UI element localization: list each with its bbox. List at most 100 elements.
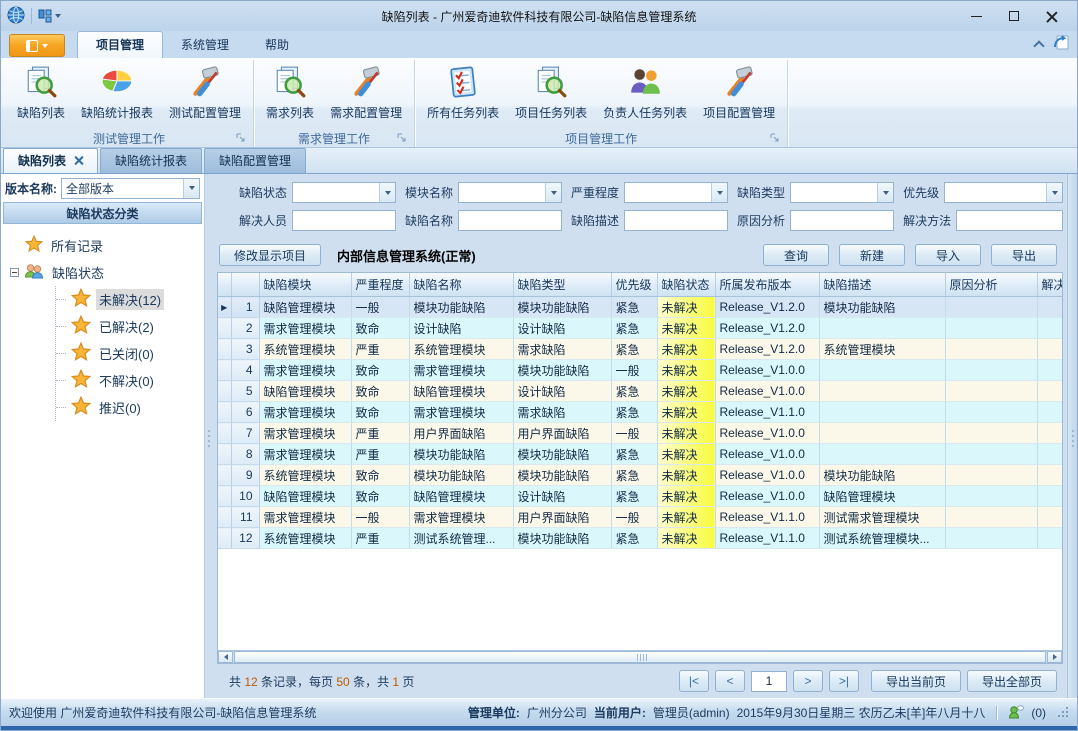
dialog-launcher-icon[interactable] bbox=[770, 133, 781, 144]
defect-statistics-report-button[interactable]: 缺陷统计报表 bbox=[73, 60, 161, 123]
tree-item-all-records[interactable]: 所有记录 bbox=[25, 232, 204, 259]
cell-severity[interactable]: 严重 bbox=[351, 528, 409, 549]
filter-text-input[interactable] bbox=[458, 210, 562, 231]
cell-severity[interactable]: 严重 bbox=[351, 339, 409, 360]
cell-description[interactable] bbox=[819, 402, 945, 423]
cell-status[interactable]: 未解决 bbox=[657, 486, 715, 507]
cell-type[interactable]: 用户界面缺陷 bbox=[513, 507, 611, 528]
table-row[interactable]: 4 需求管理模块 致命 需求管理模块 模块功能缺陷 一般 未解决 Release… bbox=[218, 360, 1063, 381]
scrollbar-thumb[interactable] bbox=[234, 651, 1046, 663]
cell-priority[interactable]: 紧急 bbox=[611, 528, 657, 549]
chevron-down-icon[interactable] bbox=[183, 179, 199, 198]
cell-release[interactable]: Release_V1.0.0 bbox=[715, 381, 819, 402]
cell-description[interactable]: 测试系统管理模块... bbox=[819, 528, 945, 549]
cell-description[interactable] bbox=[819, 360, 945, 381]
row-number[interactable]: 7 bbox=[231, 423, 259, 444]
row-number[interactable]: 6 bbox=[231, 402, 259, 423]
filter-text-input[interactable] bbox=[956, 210, 1063, 231]
cell-solution[interactable] bbox=[1037, 465, 1063, 486]
table-row[interactable]: 8 需求管理模块 严重 模块功能缺陷 模块功能缺陷 紧急 未解决 Release… bbox=[218, 444, 1063, 465]
cell-description[interactable]: 模块功能缺陷 bbox=[819, 465, 945, 486]
project-tasks-list-button[interactable]: 项目任务列表 bbox=[507, 60, 595, 123]
prev-page-button[interactable]: < bbox=[715, 670, 745, 692]
cell-name[interactable]: 需求管理模块 bbox=[409, 360, 513, 381]
cell-description[interactable]: 模块功能缺陷 bbox=[819, 297, 945, 318]
all-tasks-list-button[interactable]: 所有任务列表 bbox=[419, 60, 507, 123]
cell-cause[interactable] bbox=[945, 486, 1037, 507]
cell-cause[interactable] bbox=[945, 465, 1037, 486]
cell-solution[interactable] bbox=[1037, 507, 1063, 528]
row-number[interactable]: 9 bbox=[231, 465, 259, 486]
chevron-down-icon[interactable] bbox=[711, 183, 727, 202]
cell-name[interactable]: 测试系统管理... bbox=[409, 528, 513, 549]
app-menu-button[interactable] bbox=[9, 34, 65, 57]
style-switch-icon[interactable] bbox=[1053, 35, 1071, 54]
table-row[interactable]: 2 需求管理模块 致命 设计缺陷 设计缺陷 紧急 未解决 Release_V1.… bbox=[218, 318, 1063, 339]
cell-module[interactable]: 需求管理模块 bbox=[259, 507, 351, 528]
import-button[interactable]: 导入 bbox=[915, 244, 981, 266]
header-description[interactable]: 缺陷描述 bbox=[819, 273, 945, 297]
cell-release[interactable]: Release_V1.1.0 bbox=[715, 528, 819, 549]
cell-status[interactable]: 未解决 bbox=[657, 507, 715, 528]
test-config-management-button[interactable]: 测试配置管理 bbox=[161, 60, 249, 123]
cell-module[interactable]: 缺陷管理模块 bbox=[259, 297, 351, 318]
tree-item-resolved[interactable]: 已解决(2) bbox=[56, 313, 204, 340]
cell-status[interactable]: 未解决 bbox=[657, 528, 715, 549]
cell-severity[interactable]: 一般 bbox=[351, 507, 409, 528]
cell-status[interactable]: 未解决 bbox=[657, 297, 715, 318]
cell-severity[interactable]: 严重 bbox=[351, 444, 409, 465]
cell-name[interactable]: 需求管理模块 bbox=[409, 402, 513, 423]
tree-item-unresolved[interactable]: 未解决(12) bbox=[56, 286, 204, 313]
first-page-button[interactable]: |< bbox=[679, 670, 709, 692]
row-number[interactable]: 3 bbox=[231, 339, 259, 360]
table-row[interactable]: 9 系统管理模块 致命 模块功能缺陷 模块功能缺陷 紧急 未解决 Release… bbox=[218, 465, 1063, 486]
cell-module[interactable]: 系统管理模块 bbox=[259, 528, 351, 549]
filter-combobox[interactable] bbox=[624, 182, 728, 203]
cell-severity[interactable]: 致命 bbox=[351, 381, 409, 402]
row-number[interactable]: 8 bbox=[231, 444, 259, 465]
filter-combobox[interactable] bbox=[458, 182, 562, 203]
filter-combobox[interactable] bbox=[790, 182, 894, 203]
last-page-button[interactable]: >| bbox=[829, 670, 859, 692]
cell-severity[interactable]: 致命 bbox=[351, 402, 409, 423]
row-number[interactable]: 1 bbox=[231, 297, 259, 318]
table-row[interactable]: 5 缺陷管理模块 致命 缺陷管理模块 设计缺陷 紧急 未解决 Release_V… bbox=[218, 381, 1063, 402]
filter-text-input[interactable] bbox=[292, 210, 396, 231]
owner-tasks-list-button[interactable]: 负责人任务列表 bbox=[595, 60, 695, 123]
requirement-config-management-button[interactable]: 需求配置管理 bbox=[322, 60, 410, 123]
cell-severity[interactable]: 一般 bbox=[351, 297, 409, 318]
cell-solution[interactable] bbox=[1037, 318, 1063, 339]
version-select[interactable]: 全部版本 bbox=[61, 178, 200, 199]
tree-item-wont-fix[interactable]: 不解决(0) bbox=[56, 367, 204, 394]
cell-description[interactable] bbox=[819, 318, 945, 339]
cell-solution[interactable] bbox=[1037, 528, 1063, 549]
chevron-down-icon[interactable] bbox=[1046, 183, 1062, 202]
doc-tab-defect-statistics[interactable]: 缺陷统计报表 bbox=[100, 148, 202, 173]
header-severity[interactable]: 严重程度 bbox=[351, 273, 409, 297]
close-tab-icon[interactable] bbox=[74, 156, 83, 165]
cell-release[interactable]: Release_V1.0.0 bbox=[715, 444, 819, 465]
cell-release[interactable]: Release_V1.0.0 bbox=[715, 360, 819, 381]
close-button[interactable] bbox=[1033, 3, 1071, 29]
cell-severity[interactable]: 致命 bbox=[351, 360, 409, 381]
table-row[interactable]: 10 缺陷管理模块 致命 缺陷管理模块 设计缺陷 紧急 未解决 Release_… bbox=[218, 486, 1063, 507]
header-priority[interactable]: 优先级 bbox=[611, 273, 657, 297]
resize-grip-icon[interactable] bbox=[1059, 708, 1069, 718]
cell-priority[interactable]: 紧急 bbox=[611, 486, 657, 507]
cell-severity[interactable]: 严重 bbox=[351, 423, 409, 444]
cell-name[interactable]: 缺陷管理模块 bbox=[409, 486, 513, 507]
row-number[interactable]: 11 bbox=[231, 507, 259, 528]
cell-name[interactable]: 用户界面缺陷 bbox=[409, 423, 513, 444]
cell-module[interactable]: 需求管理模块 bbox=[259, 444, 351, 465]
cell-type[interactable]: 模块功能缺陷 bbox=[513, 528, 611, 549]
cell-name[interactable]: 模块功能缺陷 bbox=[409, 444, 513, 465]
cell-release[interactable]: Release_V1.2.0 bbox=[715, 339, 819, 360]
cell-status[interactable]: 未解决 bbox=[657, 465, 715, 486]
cell-cause[interactable] bbox=[945, 402, 1037, 423]
header-type[interactable]: 缺陷类型 bbox=[513, 273, 611, 297]
horizontal-scrollbar[interactable] bbox=[218, 650, 1062, 663]
vertical-splitter[interactable] bbox=[205, 174, 213, 698]
cell-solution[interactable] bbox=[1037, 423, 1063, 444]
cell-type[interactable]: 模块功能缺陷 bbox=[513, 465, 611, 486]
cell-priority[interactable]: 紧急 bbox=[611, 402, 657, 423]
